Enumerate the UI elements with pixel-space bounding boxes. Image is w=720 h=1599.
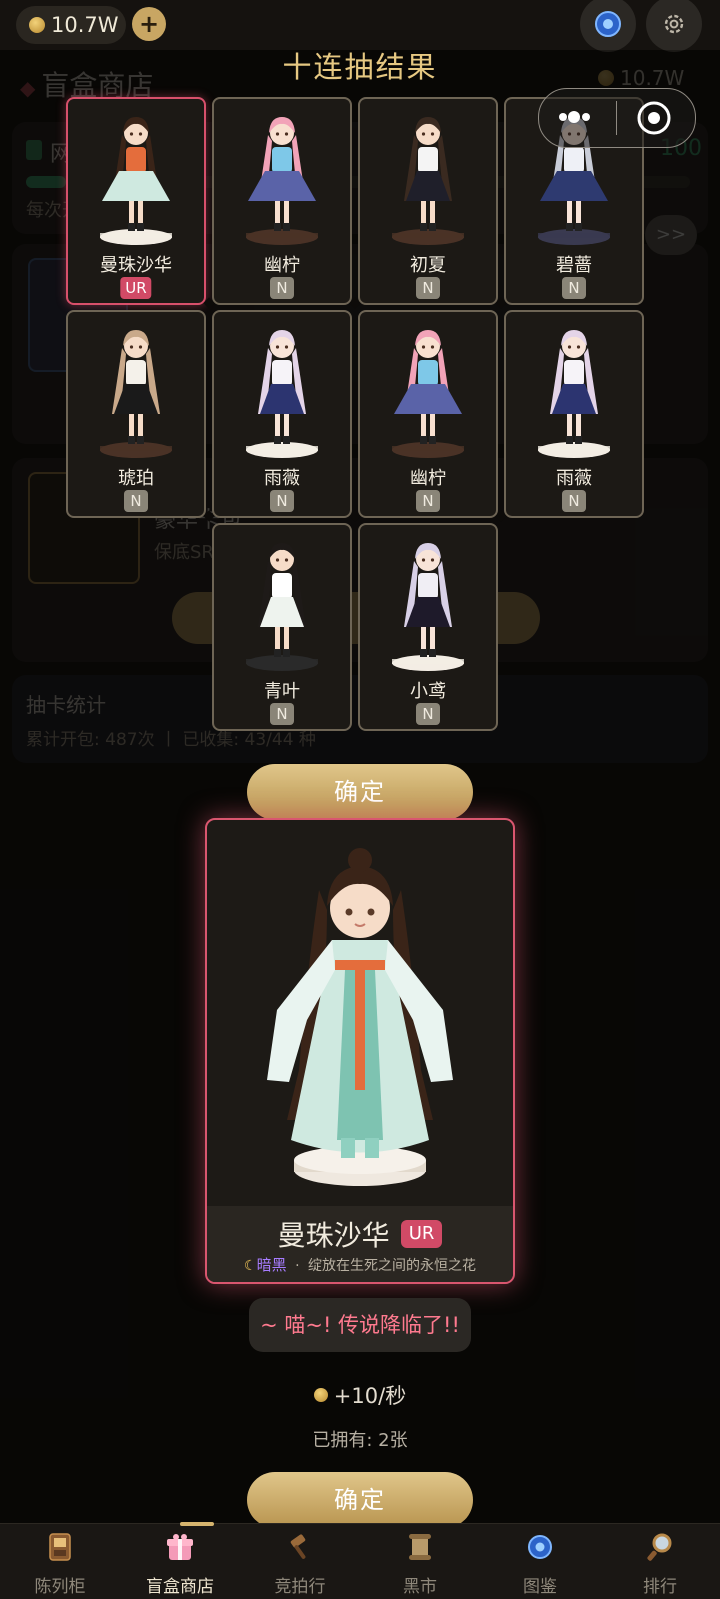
scroll-icon bbox=[406, 1532, 434, 1562]
result-card-name: 幽柠 bbox=[410, 468, 446, 489]
character-figure bbox=[360, 105, 496, 247]
result-card[interactable]: 曼珠沙华 UR bbox=[66, 97, 206, 305]
result-card[interactable]: 青叶 N bbox=[212, 523, 352, 731]
rarity-badge: UR bbox=[120, 277, 152, 299]
featured-element: 暗黑 bbox=[256, 1256, 287, 1274]
coin-icon bbox=[313, 1388, 328, 1402]
nav-tab[interactable]: 图鉴 bbox=[480, 1524, 600, 1599]
rarity-badge: N bbox=[124, 490, 148, 512]
result-card-name: 初夏 bbox=[410, 255, 446, 276]
result-card-name: 碧蔷 bbox=[556, 255, 592, 276]
nav-tab[interactable]: 竞拍行 bbox=[240, 1524, 360, 1599]
result-card[interactable]: 小鸢 N bbox=[358, 523, 498, 731]
active-tab-indicator bbox=[180, 1522, 214, 1526]
featured-card: 曼珠沙华 UR ☾暗黑 · 绽放在生死之间的永恒之花 bbox=[205, 818, 515, 1284]
income-rate: +10/秒 bbox=[0, 1380, 720, 1410]
nav-tab[interactable]: 排行 bbox=[600, 1524, 720, 1599]
rarity-badge: N bbox=[562, 490, 586, 512]
character-figure bbox=[214, 318, 350, 460]
result-card[interactable]: 初夏 N bbox=[358, 97, 498, 305]
character-figure bbox=[214, 531, 350, 673]
rarity-badge: N bbox=[416, 277, 440, 299]
compass-icon bbox=[526, 1532, 554, 1562]
featured-rarity-badge: UR bbox=[400, 1220, 443, 1248]
result-card[interactable]: 雨薇 N bbox=[212, 310, 352, 518]
cabinet-icon bbox=[46, 1532, 74, 1562]
nav-tab-label: 竞拍行 bbox=[274, 1577, 326, 1597]
rarity-badge: N bbox=[270, 703, 294, 725]
character-figure bbox=[214, 105, 350, 247]
rarity-badge: N bbox=[270, 277, 294, 299]
rarity-badge: N bbox=[562, 277, 586, 299]
miniprogram-capsule bbox=[538, 88, 696, 148]
nav-tab[interactable]: 黑市 bbox=[360, 1524, 480, 1599]
moon-icon: ☾ bbox=[244, 1258, 257, 1274]
result-card-name: 小鸢 bbox=[410, 681, 446, 702]
character-figure bbox=[68, 105, 204, 247]
result-card[interactable]: 琥珀 N bbox=[66, 310, 206, 518]
rarity-badge: N bbox=[416, 490, 440, 512]
nav-tab[interactable]: 盲盒商店 bbox=[120, 1524, 240, 1599]
featured-name: 曼珠沙华 bbox=[277, 1219, 390, 1252]
owned-count: 已拥有: 2张 bbox=[312, 1430, 408, 1451]
gavel-icon bbox=[286, 1532, 314, 1562]
character-figure bbox=[506, 318, 642, 460]
result-card[interactable]: 幽柠 N bbox=[212, 97, 352, 305]
featured-confirm-button[interactable]: 确定 bbox=[247, 1472, 473, 1528]
more-options-button[interactable] bbox=[557, 105, 595, 129]
bottom-navigation: 陈列柜 盲盒商店 竞拍行 黑市 图鉴 排行 bbox=[0, 1523, 720, 1599]
result-card-name: 琥珀 bbox=[118, 468, 154, 489]
nav-tab-label: 排行 bbox=[643, 1577, 677, 1597]
nav-tab-label: 盲盒商店 bbox=[146, 1577, 214, 1597]
gift-box-icon bbox=[166, 1532, 194, 1562]
result-card-name: 雨薇 bbox=[556, 468, 592, 489]
results-confirm-button[interactable]: 确定 bbox=[247, 764, 473, 820]
nav-tab[interactable]: 陈列柜 bbox=[0, 1524, 120, 1599]
character-figure bbox=[68, 318, 204, 460]
magnifier-icon bbox=[646, 1532, 674, 1562]
rarity-badge: N bbox=[270, 490, 294, 512]
result-card-name: 曼珠沙华 bbox=[100, 255, 172, 276]
nav-tab-label: 黑市 bbox=[403, 1577, 437, 1597]
featured-info-panel: 曼珠沙华 UR ☾暗黑 · 绽放在生死之间的永恒之花 bbox=[207, 1206, 513, 1282]
featured-character-figure bbox=[267, 848, 453, 1186]
close-miniprogram-button[interactable] bbox=[635, 99, 673, 137]
rarity-badge: N bbox=[416, 703, 440, 725]
character-figure bbox=[360, 531, 496, 673]
more-dots-icon bbox=[559, 111, 590, 123]
mascot-speech-bubble: ~ 喵~! 传说降临了!! bbox=[249, 1298, 471, 1352]
result-card[interactable]: 幽柠 N bbox=[358, 310, 498, 518]
result-card-name: 青叶 bbox=[264, 681, 300, 702]
result-card-name: 幽柠 bbox=[264, 255, 300, 276]
nav-tab-label: 陈列柜 bbox=[34, 1577, 86, 1597]
featured-separator: · bbox=[295, 1258, 300, 1274]
target-close-icon bbox=[637, 101, 671, 135]
result-card-name: 雨薇 bbox=[264, 468, 300, 489]
featured-description: 绽放在生死之间的永恒之花 bbox=[307, 1258, 476, 1274]
character-figure bbox=[360, 318, 496, 460]
nav-tab-label: 图鉴 bbox=[523, 1577, 557, 1597]
result-card[interactable]: 雨薇 N bbox=[504, 310, 644, 518]
capsule-divider bbox=[616, 101, 617, 135]
